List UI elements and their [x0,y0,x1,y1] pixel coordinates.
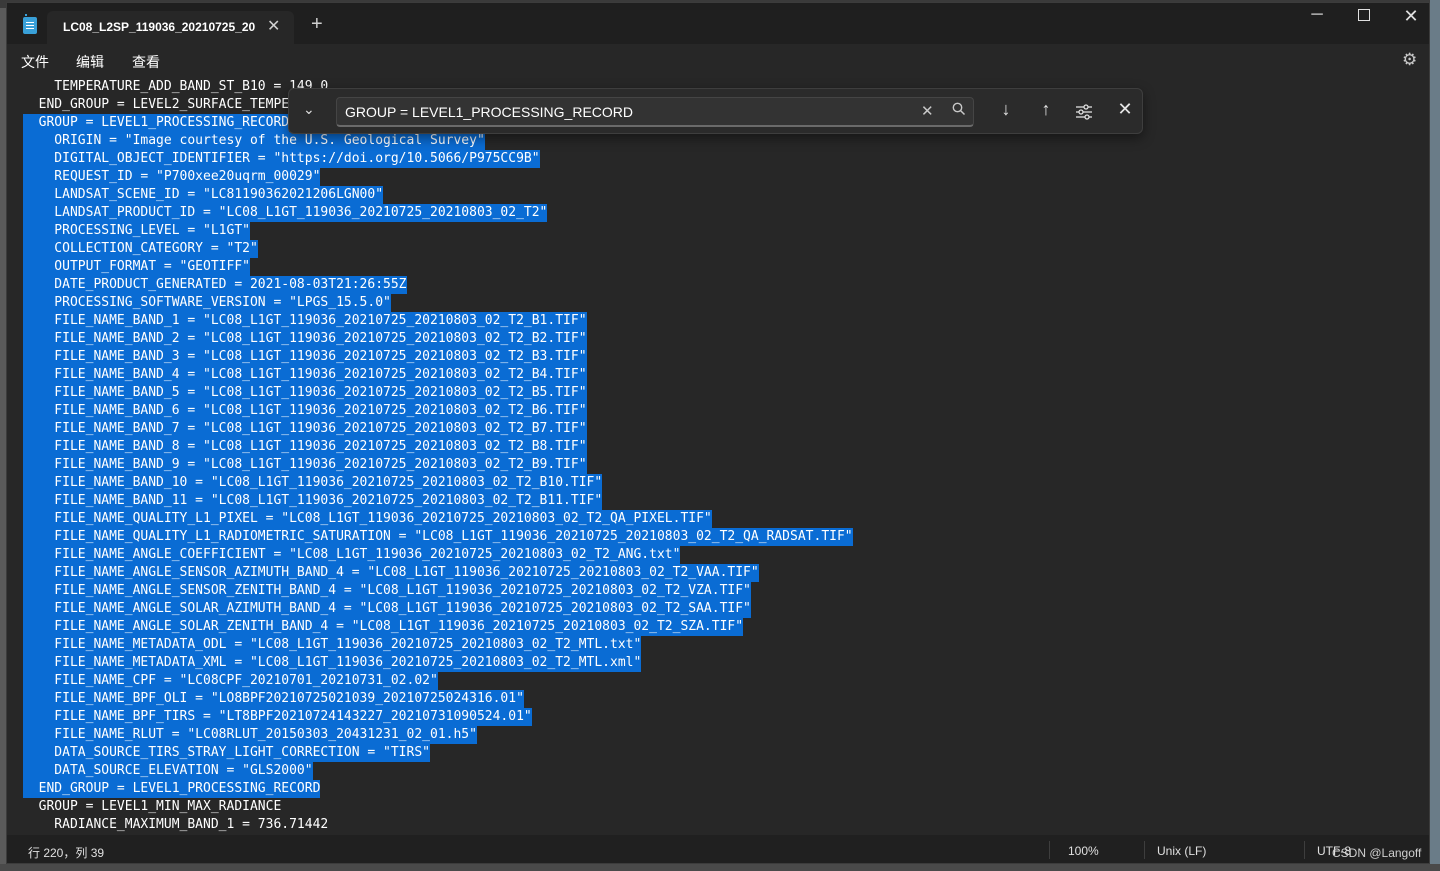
line-ending[interactable]: Unix (LF) [1157,844,1206,858]
clear-search-icon[interactable]: ✕ [921,102,934,120]
status-divider [1304,841,1305,859]
zoom-level[interactable]: 100% [1068,844,1099,858]
text-line: FILE_NAME_METADATA_XML = "LC08_L1GT_1190… [23,654,642,672]
text-line: DATA_SOURCE_ELEVATION = "GLS2000" [23,762,313,780]
find-next-button[interactable]: ↓ [992,99,1020,120]
find-input[interactable] [336,97,974,127]
text-line: GROUP = LEVEL1_MIN_MAX_RADIANCE [23,799,282,814]
watermark: CSDN @Langoff [1332,846,1422,860]
expand-replace-chevron-icon[interactable]: ⌄ [303,101,315,118]
text-line: FILE_NAME_BAND_4 = "LC08_L1GT_119036_202… [23,366,587,384]
text-line: TEMPERATURE_ADD_BAND_ST_B10 = 149.0 [23,79,329,94]
text-line: GROUP = LEVEL1_PROCESSING_RECORD [23,114,290,132]
status-bar: 行 220，列 39 100% Unix (LF) UTF-8 [7,835,1429,863]
text-line: FILE_NAME_QUALITY_L1_RADIOMETRIC_SATURAT… [23,528,853,546]
text-line: FILE_NAME_ANGLE_SENSOR_AZIMUTH_BAND_4 = … [23,564,759,582]
menu-bar: 文件 编辑 查看 ⚙ [7,44,1429,77]
text-line: FILE_NAME_BAND_1 = "LC08_L1GT_119036_202… [23,312,587,330]
new-tab-button[interactable]: + [311,14,323,34]
text-line: FILE_NAME_BAND_9 = "LC08_L1GT_119036_202… [23,456,587,474]
status-divider [1049,841,1050,859]
settings-gear-icon[interactable]: ⚙ [1402,50,1417,70]
close-find-button[interactable]: ✕ [1111,99,1139,120]
text-line: FILE_NAME_BAND_3 = "LC08_L1GT_119036_202… [23,348,587,366]
close-window-button[interactable]: ✕ [1391,6,1429,27]
text-line: DATA_SOURCE_TIRS_STRAY_LIGHT_CORRECTION … [23,744,430,762]
find-options-icon[interactable] [1074,102,1094,122]
menu-view[interactable]: 查看 [132,52,160,72]
tab-document[interactable]: LC08_L2SP_119036_20210725_2021( ✕ [47,11,294,44]
notepad-icon [23,14,37,34]
maximize-icon [1358,9,1370,21]
desktop-edge [1430,0,1440,871]
text-line: FILE_NAME_BAND_7 = "LC08_L1GT_119036_202… [23,420,587,438]
search-icon[interactable] [951,101,967,117]
text-line: FILE_NAME_BAND_2 = "LC08_L1GT_119036_202… [23,330,587,348]
text-line: FILE_NAME_BAND_5 = "LC08_L1GT_119036_202… [23,384,587,402]
menu-edit[interactable]: 编辑 [76,52,104,72]
title-bar: LC08_L2SP_119036_20210725_2021( ✕ + ─ ✕ [7,3,1429,44]
menu-file[interactable]: 文件 [21,52,49,72]
text-line: END_GROUP = LEVEL1_PROCESSING_RECORD [23,780,321,798]
text-line: FILE_NAME_ANGLE_SOLAR_AZIMUTH_BAND_4 = "… [23,600,751,618]
text-line: DATE_PRODUCT_GENERATED = 2021-08-03T21:2… [23,276,407,294]
text-line: RADIANCE_MAXIMUM_BAND_1 = 736.71442 [23,817,329,832]
text-line: FILE_NAME_QUALITY_L1_PIXEL = "LC08_L1GT_… [23,510,712,528]
text-line: FILE_NAME_METADATA_ODL = "LC08_L1GT_1190… [23,636,642,654]
text-line: FILE_NAME_BAND_11 = "LC08_L1GT_119036_20… [23,492,603,510]
close-tab-icon[interactable]: ✕ [267,16,280,36]
status-divider [1144,841,1145,859]
text-line: FILE_NAME_BAND_8 = "LC08_L1GT_119036_202… [23,438,587,456]
text-line: FILE_NAME_ANGLE_SOLAR_ZENITH_BAND_4 = "L… [23,618,744,636]
text-line: FILE_NAME_BPF_TIRS = "LT8BPF202107241432… [23,708,532,726]
text-line: FILE_NAME_BAND_6 = "LC08_L1GT_119036_202… [23,402,587,420]
text-line: FILE_NAME_RLUT = "LC08RLUT_20150303_2043… [23,726,477,744]
text-line: FILE_NAME_ANGLE_COEFFICIENT = "LC08_L1GT… [23,546,681,564]
cursor-position: 行 220，列 39 [28,846,105,860]
maximize-button[interactable] [1344,8,1384,26]
text-line: ORIGIN = "Image courtesy of the U.S. Geo… [23,132,485,150]
text-line: LANDSAT_PRODUCT_ID = "LC08_L1GT_119036_2… [23,204,548,222]
text-line: OUTPUT_FORMAT = "GEOTIFF" [23,258,250,276]
find-previous-button[interactable]: ↑ [1032,99,1060,120]
text-editor[interactable]: TEMPERATURE_ADD_BAND_ST_B10 = 149.0 END_… [7,77,1429,835]
text-line: FILE_NAME_ANGLE_SENSOR_ZENITH_BAND_4 = "… [23,582,751,600]
text-line: PROCESSING_SOFTWARE_VERSION = "LPGS_15.5… [23,294,391,312]
text-line: DIGITAL_OBJECT_IDENTIFIER = "https://doi… [23,150,540,168]
tab-title: LC08_L2SP_119036_20210725_2021( [63,20,255,34]
text-line: REQUEST_ID = "P700xee20uqrm_00029" [23,168,321,186]
text-line: PROCESSING_LEVEL = "L1GT" [23,222,250,240]
minimize-button[interactable]: ─ [1297,6,1337,24]
taskbar-strip [0,864,1440,871]
text-line: FILE_NAME_BAND_10 = "LC08_L1GT_119036_20… [23,474,603,492]
text-line: FILE_NAME_BPF_OLI = "LO8BPF2021072502103… [23,690,524,708]
find-bar: ⌄ ✕ ↓ ↑ ✕ [288,88,1143,134]
text-line: FILE_NAME_CPF = "LC08CPF_20210701_202107… [23,672,438,690]
text-line: LANDSAT_SCENE_ID = "LC81190362021206LGN0… [23,186,384,204]
text-line: COLLECTION_CATEGORY = "T2" [23,240,258,258]
